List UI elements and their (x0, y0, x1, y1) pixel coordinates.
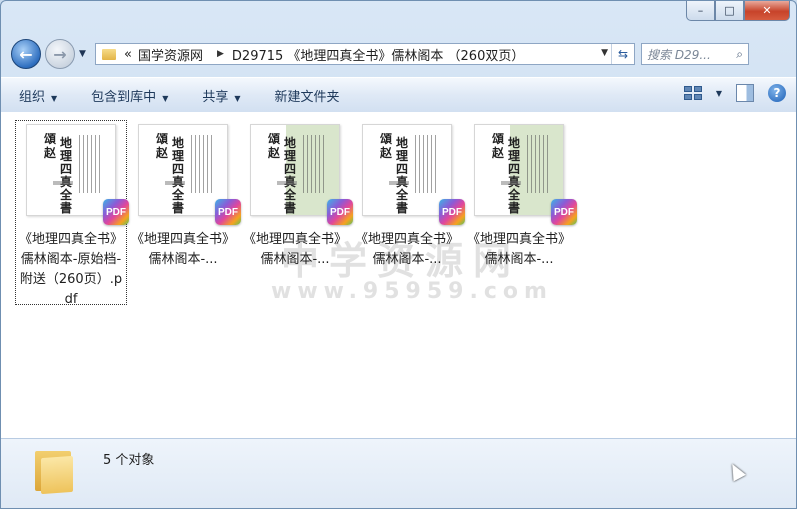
chevron-down-icon: ▼ (162, 93, 169, 103)
thumbnail-text-lines (191, 135, 215, 193)
new-folder-label: 新建文件夹 (274, 89, 340, 105)
page-preview: 頌赵地理四真全書 (483, 131, 553, 215)
thumbnail-book-title: 地理四真全書 (395, 136, 408, 215)
thumbnail-book-title: 地理四真全書 (59, 136, 72, 215)
file-item[interactable]: 頌赵地理四真全書PDF《地理四真全书》儒林阁本-... (463, 120, 577, 305)
page-preview: 頌赵地理四真全書 (371, 131, 441, 215)
folder-icon (102, 48, 116, 60)
share-menu[interactable]: 共享 ▼ (184, 86, 256, 105)
maximize-button[interactable]: □ (715, 1, 744, 21)
chevron-down-icon: ▼ (51, 93, 58, 103)
file-name-label: 《地理四真全书》儒林阁本-... (130, 232, 235, 267)
breadcrumb-item-current[interactable]: D29715 《地理四真全书》儒林阁本 （260双页） (232, 45, 524, 64)
details-pane: 5 个对象 (1, 438, 796, 508)
pdf-file-icon: PDF (439, 199, 465, 225)
file-item[interactable]: 頌赵地理四真全書PDF《地理四真全书》儒林阁本-... (239, 120, 353, 305)
page-preview: 頌赵地理四真全書 (259, 131, 329, 215)
chevron-down-icon: ▼ (79, 49, 86, 59)
pdf-thumbnail: 頌赵地理四真全書PDF (26, 124, 129, 225)
navigation-bar: ← → ▼ « 国学资源网 ▶ D29715 《地理四真全书》儒林阁本 （260… (11, 39, 788, 69)
pdf-file-icon: PDF (327, 199, 353, 225)
thumbnail-title-text: 頌 (379, 132, 392, 146)
search-icon: ⌕ (736, 46, 743, 61)
search-input[interactable]: 搜索 D29... ⌕ (641, 43, 749, 65)
thumbnail-text-lines (415, 135, 439, 193)
explorer-window: – □ ✕ ← → ▼ « 国学资源网 ▶ D29715 《地理四真全书》儒林阁… (0, 0, 797, 509)
back-button[interactable]: ← (11, 39, 41, 69)
minimize-button[interactable]: – (686, 1, 715, 21)
preview-pane-icon[interactable] (736, 84, 754, 102)
thumbnail-title-text: 赵 (379, 146, 392, 160)
include-in-library-label: 包含到库中 (91, 89, 157, 105)
pdf-thumbnail: 頌赵地理四真全書PDF (362, 124, 465, 225)
breadcrumb-item-root[interactable]: 国学资源网 (138, 45, 203, 64)
thumbnail-text-lines (303, 135, 327, 193)
thumbnail-text-lines (79, 135, 103, 193)
pdf-file-icon: PDF (551, 199, 577, 225)
file-name-label: 《地理四真全书》儒林阁本-原始档-附送（260页）.pdf (18, 232, 123, 307)
close-button[interactable]: ✕ (744, 1, 790, 21)
page-preview: 頌赵地理四真全書 (35, 131, 105, 215)
file-list-pane[interactable]: 中学资源网 www.95959.com 頌赵地理四真全書PDF《地理四真全书》儒… (1, 112, 796, 438)
thumbnail-seal (53, 181, 73, 185)
organize-label: 组织 (19, 89, 46, 105)
address-dropdown-icon[interactable]: ▼ (601, 48, 608, 58)
thumbnail-title-text: 頌 (155, 132, 168, 146)
thumbnail-text-lines (527, 135, 551, 193)
change-view-icon[interactable] (683, 86, 702, 100)
refresh-icon: ⇆ (617, 47, 629, 61)
thumbnail-title-text: 赵 (491, 146, 504, 160)
forward-button[interactable]: → (45, 39, 75, 69)
command-bar: 组织 ▼ 包含到库中 ▼ 共享 ▼ 新建文件夹 ▼ ? (1, 77, 796, 113)
thumbnail-title-text: 赵 (155, 146, 168, 160)
file-name-label: 《地理四真全书》儒林阁本-... (354, 232, 459, 267)
pdf-thumbnail: 頌赵地理四真全書PDF (474, 124, 577, 225)
thumbnail-book-title: 地理四真全書 (171, 136, 184, 215)
thumbnail-title-text: 赵 (267, 146, 280, 160)
chevron-down-icon: ▼ (234, 93, 241, 103)
thumbnail-title-text: 頌 (43, 132, 56, 146)
pdf-file-icon: PDF (215, 199, 241, 225)
item-count: 5 个对象 (103, 453, 155, 468)
thumbnail-title-text: 頌 (267, 132, 280, 146)
pdf-file-icon: PDF (103, 199, 129, 225)
file-item[interactable]: 頌赵地理四真全書PDF《地理四真全书》儒林阁本-... (127, 120, 241, 305)
thumbnail-book-title: 地理四真全書 (507, 136, 520, 215)
share-label: 共享 (202, 89, 229, 105)
window-controls: – □ ✕ (686, 1, 790, 21)
recent-pages-dropdown[interactable]: ▼ (79, 49, 89, 59)
view-dropdown-icon[interactable]: ▼ (716, 89, 722, 98)
breadcrumb-separator-icon[interactable]: ▶ (217, 49, 224, 59)
thumbnail-seal (501, 181, 521, 185)
file-name-label: 《地理四真全书》儒林阁本-... (466, 232, 571, 267)
search-placeholder: 搜索 D29... (647, 47, 711, 62)
thumbnail-seal (389, 181, 409, 185)
view-controls: ▼ ? (683, 84, 786, 102)
thumbnail-title-text: 頌 (491, 132, 504, 146)
pdf-thumbnail: 頌赵地理四真全書PDF (138, 124, 241, 225)
back-arrow-icon: ← (19, 44, 33, 64)
page-preview: 頌赵地理四真全書 (147, 131, 217, 215)
new-folder-button[interactable]: 新建文件夹 (257, 86, 356, 105)
file-name-label: 《地理四真全书》儒林阁本-... (242, 232, 347, 267)
refresh-button[interactable]: ⇆ (611, 44, 634, 64)
thumbnail-book-title: 地理四真全書 (283, 136, 296, 215)
file-item[interactable]: 頌赵地理四真全書PDF《地理四真全书》儒林阁本-原始档-附送（260页）.pdf (15, 120, 129, 307)
organize-menu[interactable]: 组织 ▼ (1, 86, 73, 105)
folder-icon (35, 447, 75, 495)
file-item[interactable]: 頌赵地理四真全書PDF《地理四真全书》儒林阁本-... (351, 120, 465, 305)
breadcrumb-overflow[interactable]: « (124, 47, 132, 62)
include-in-library-menu[interactable]: 包含到库中 ▼ (73, 86, 184, 105)
thumbnail-seal (277, 181, 297, 185)
forward-arrow-icon: → (53, 44, 67, 64)
file-grid: 頌赵地理四真全書PDF《地理四真全书》儒林阁本-原始档-附送（260页）.pdf… (15, 120, 577, 307)
help-icon[interactable]: ? (768, 84, 786, 102)
thumbnail-title-text: 赵 (43, 146, 56, 160)
pdf-thumbnail: 頌赵地理四真全書PDF (250, 124, 353, 225)
address-bar[interactable]: « 国学资源网 ▶ D29715 《地理四真全书》儒林阁本 （260双页） ▼ … (95, 43, 635, 65)
thumbnail-seal (165, 181, 185, 185)
